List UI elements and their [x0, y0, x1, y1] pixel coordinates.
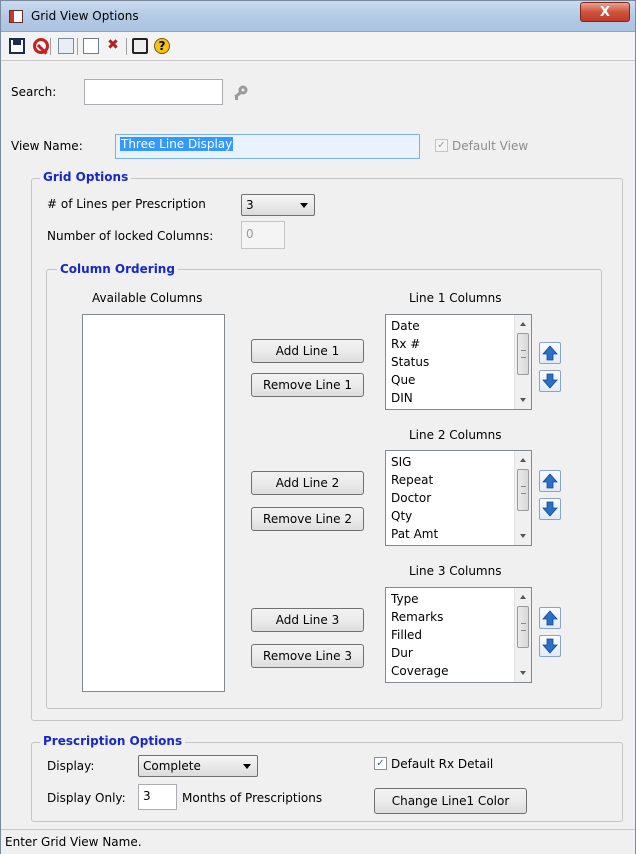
prescription-options-title: Prescription Options	[40, 734, 186, 748]
display-select[interactable]: Complete	[138, 755, 258, 777]
line-3-columns-list[interactable]: Type Remarks Filled Dur Coverage	[385, 587, 532, 683]
chevron-down-icon	[243, 764, 251, 769]
list-item[interactable]: Rx #	[391, 335, 429, 353]
chevron-down-icon	[300, 203, 308, 208]
search-label: Search:	[11, 85, 57, 99]
remove-line-2-button[interactable]: Remove Line 2	[251, 507, 364, 531]
arrow-down-icon	[542, 373, 558, 389]
status-bar: Enter Grid View Name.	[1, 829, 635, 854]
list-item[interactable]: Status	[391, 353, 429, 371]
title-bar: Grid View Options X	[1, 1, 635, 32]
line-2-move-up-button[interactable]	[539, 470, 561, 492]
line-1-scrollbar[interactable]	[514, 315, 531, 409]
locked-columns-label: Number of locked Columns:	[47, 229, 214, 243]
line-3-move-down-button[interactable]	[539, 635, 561, 657]
list-item[interactable]: Pat Amt	[391, 525, 438, 543]
months-of-prescriptions-label: Months of Prescriptions	[182, 791, 323, 805]
list-item[interactable]: Coverage	[391, 662, 449, 680]
display-select-value: Complete	[143, 759, 201, 773]
default-view-label: Default View	[452, 139, 529, 153]
view-name-input[interactable]: Three Line Display	[115, 134, 420, 159]
default-rx-detail-label: Default Rx Detail	[391, 757, 494, 771]
toolbar-separator	[50, 38, 51, 55]
line-2-columns-list[interactable]: SIG Repeat Doctor Qty Pat Amt	[385, 450, 532, 546]
arrow-up-icon	[542, 345, 558, 361]
arrow-up-icon	[542, 610, 558, 626]
line-3-scrollbar[interactable]	[514, 588, 531, 682]
lines-per-prescription-label: # of Lines per Prescription	[47, 197, 206, 211]
arrow-down-icon	[542, 501, 558, 517]
lines-per-prescription-value: 3	[246, 198, 254, 212]
help-icon[interactable]: ?	[154, 38, 170, 54]
cancel-icon[interactable]	[33, 38, 49, 54]
line-1-columns-header: Line 1 Columns	[409, 291, 502, 305]
search-input[interactable]	[84, 79, 223, 105]
display-only-label: Display Only:	[47, 791, 126, 805]
edit-icon[interactable]	[58, 38, 74, 54]
line-2-columns-header: Line 2 Columns	[409, 428, 502, 442]
add-line-1-button[interactable]: Add Line 1	[251, 339, 364, 363]
list-item[interactable]: Filled	[391, 626, 449, 644]
view-name-value: Three Line Display	[120, 137, 234, 151]
window-title: Grid View Options	[31, 9, 139, 23]
remove-line-3-button[interactable]: Remove Line 3	[251, 644, 364, 668]
change-line1-color-button[interactable]: Change Line1 Color	[374, 788, 527, 814]
close-button[interactable]: X	[580, 2, 630, 22]
add-line-2-button[interactable]: Add Line 2	[251, 471, 364, 495]
display-only-months-input[interactable]: 3	[138, 784, 177, 810]
line-1-move-down-button[interactable]	[539, 370, 561, 392]
view-icon[interactable]	[132, 38, 148, 54]
search-key-icon[interactable]	[232, 84, 250, 102]
prescription-options-group	[31, 742, 623, 822]
save-icon[interactable]	[9, 38, 25, 54]
list-item[interactable]: Type	[391, 590, 449, 608]
arrow-up-icon	[542, 473, 558, 489]
display-label: Display:	[47, 759, 95, 773]
available-columns-list[interactable]	[82, 314, 225, 692]
view-name-label: View Name:	[11, 139, 83, 153]
list-item[interactable]: Date	[391, 317, 429, 335]
locked-columns-input[interactable]: 0	[241, 221, 285, 249]
list-item[interactable]: Dur	[391, 644, 449, 662]
list-item[interactable]: Remarks	[391, 608, 449, 626]
line-1-columns-list[interactable]: Date Rx # Status Que DIN	[385, 314, 532, 410]
list-item[interactable]: Doctor	[391, 489, 438, 507]
toolbar-separator	[77, 38, 78, 55]
delete-icon[interactable]: ✖	[105, 38, 121, 54]
add-line-3-button[interactable]: Add Line 3	[251, 608, 364, 632]
toolbar: ✖ ?	[1, 32, 635, 61]
line-3-columns-header: Line 3 Columns	[409, 564, 502, 578]
available-columns-header: Available Columns	[92, 291, 203, 305]
column-ordering-title: Column Ordering	[57, 262, 178, 276]
line-1-move-up-button[interactable]	[539, 342, 561, 364]
line-2-move-down-button[interactable]	[539, 498, 561, 520]
list-item[interactable]: Que	[391, 371, 429, 389]
remove-line-1-button[interactable]: Remove Line 1	[251, 373, 364, 397]
lines-per-prescription-select[interactable]: 3	[241, 194, 315, 216]
copy-icon[interactable]	[83, 38, 99, 54]
list-item[interactable]: Qty	[391, 507, 438, 525]
default-view-checkbox[interactable]: ✓	[435, 139, 448, 152]
grid-options-title: Grid Options	[40, 170, 132, 184]
grid-view-options-window: Grid View Options X ✖ ? Search: View Nam…	[0, 0, 636, 854]
status-text: Enter Grid View Name.	[5, 835, 142, 849]
default-rx-detail-checkbox[interactable]: ✓	[374, 757, 387, 770]
line-3-move-up-button[interactable]	[539, 607, 561, 629]
arrow-down-icon	[542, 638, 558, 654]
line-2-scrollbar[interactable]	[514, 451, 531, 545]
list-item[interactable]: Repeat	[391, 471, 438, 489]
toolbar-separator	[126, 38, 127, 55]
app-icon	[9, 10, 23, 23]
list-item[interactable]: SIG	[391, 453, 438, 471]
list-item[interactable]: DIN	[391, 389, 429, 407]
